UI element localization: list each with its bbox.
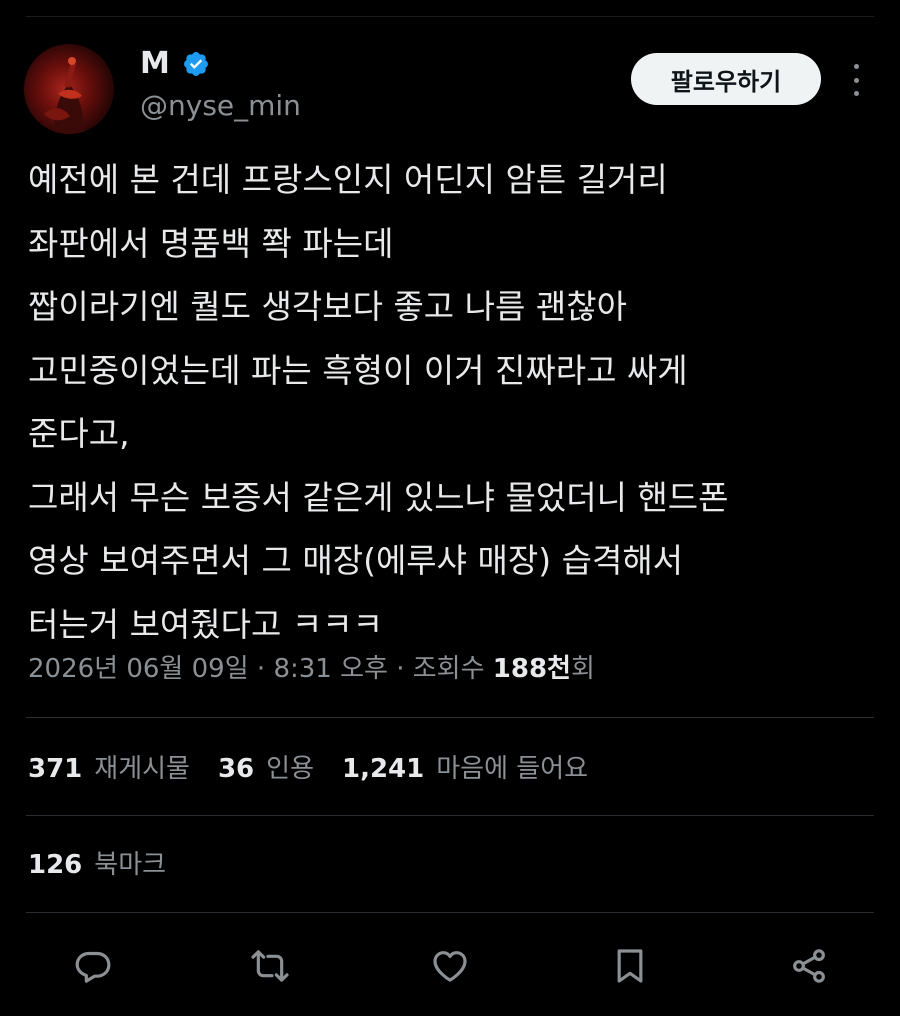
top-divider	[26, 16, 874, 17]
like-button[interactable]	[428, 944, 472, 988]
bookmarks-count: 126	[28, 850, 83, 880]
tweet-date[interactable]: 2026년 06월 09일	[28, 654, 249, 684]
quotes-label: 인용	[266, 754, 314, 784]
likes-count: 1,241	[342, 754, 425, 784]
tweet-line: 준다고,	[28, 414, 130, 453]
retweets-count: 371	[28, 754, 83, 784]
meta-separator: ·	[256, 654, 266, 684]
tweet-line: 영상 보여주면서 그 매장(에루샤 매장) 습격해서	[28, 541, 684, 580]
quotes-count: 36	[217, 754, 255, 784]
divider	[26, 717, 874, 718]
views-count: 188천	[492, 654, 571, 684]
more-dot	[853, 91, 859, 96]
display-name[interactable]: M	[140, 44, 210, 84]
display-name-text: M	[140, 46, 170, 81]
quotes-stat[interactable]: 36 인용	[218, 746, 314, 792]
tweet-line: 고민중이었는데 파는 흑형이 이거 진짜라고 싸게	[28, 350, 688, 390]
divider	[26, 912, 874, 913]
reply-bubble-icon	[75, 951, 111, 983]
bookmark-button[interactable]	[608, 944, 652, 988]
tweet-line: 좌판에서 명품백 쫙 파는데	[28, 223, 394, 263]
bookmarks-label: 북마크	[94, 850, 167, 880]
verified-badge-icon	[183, 52, 208, 76]
tweet-line: 짭이라기엔 퀄도 생각보다 좋고 나름 괜찮아	[28, 287, 627, 326]
views-suffix: 회	[570, 654, 595, 684]
reply-button[interactable]	[71, 944, 115, 988]
tweet-line: 그래서 무슨 보증서 같은게 있느냐 물었더니 핸드폰	[28, 477, 729, 517]
share-icon	[793, 949, 825, 983]
user-handle[interactable]: @nyse_min	[140, 87, 301, 125]
more-dot	[853, 64, 859, 69]
retweets-stat[interactable]: 371 재게시물	[28, 746, 190, 792]
engagement-stats: 371 재게시물 36 인용 1,241 마음에 들어요	[28, 746, 616, 792]
divider	[26, 815, 874, 816]
tweet-text: 예전에 본 건데 프랑스인지 어딘지 암튼 길거리 좌판에서 명품백 쫙 파는데…	[28, 148, 878, 656]
follow-button[interactable]: 팔로우하기	[631, 53, 821, 105]
likes-label: 마음에 들어요	[436, 754, 589, 784]
share-button[interactable]	[787, 944, 831, 988]
tweet-meta: 2026년 06월 09일 · 8:31 오후 · 조회수 188천회	[28, 646, 595, 692]
more-dots-icon[interactable]	[844, 64, 868, 96]
meta-separator: ·	[396, 654, 405, 684]
likes-stat[interactable]: 1,241 마음에 들어요	[342, 746, 588, 792]
avatar[interactable]	[24, 44, 114, 134]
retweet-button[interactable]	[248, 944, 292, 988]
retweets-label: 재게시물	[94, 754, 190, 784]
views-label: 조회수	[412, 654, 485, 684]
bookmark-icon	[617, 949, 643, 983]
bookmarks-stat[interactable]: 126 북마크	[28, 842, 166, 888]
tweet-time[interactable]: 8:31 오후	[273, 654, 388, 684]
more-dot	[853, 77, 859, 83]
avatar-image	[44, 57, 84, 134]
heart-icon	[433, 951, 467, 982]
tweet-line: 예전에 본 건데 프랑스인지 어딘지 암튼 길거리	[28, 160, 668, 199]
action-bar	[0, 940, 900, 992]
retweet-icon	[251, 950, 289, 982]
